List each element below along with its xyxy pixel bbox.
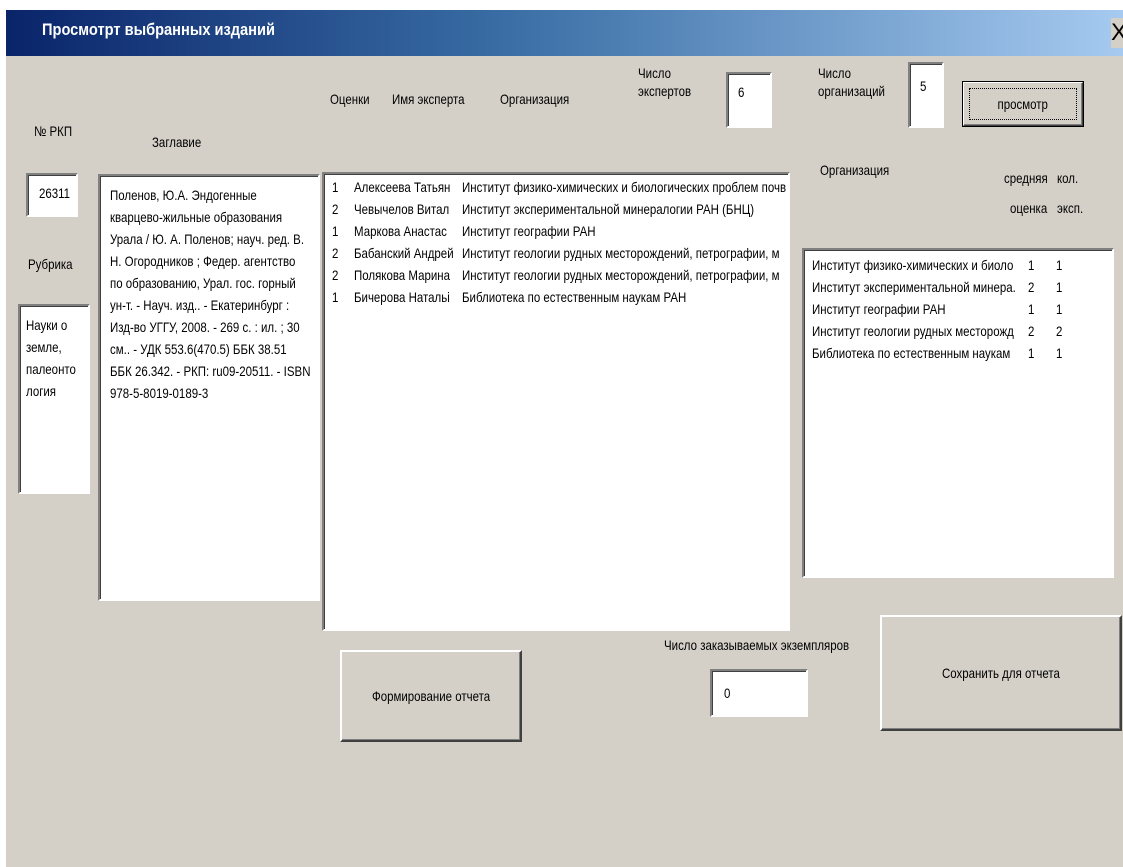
org-summary-row[interactable]: Институт физико-химических и биоло 1 1 bbox=[804, 254, 1112, 276]
experts-count-label-2: экспертов bbox=[638, 83, 692, 99]
orgs-count-label-2: организаций bbox=[818, 83, 885, 99]
expert-organization: Институт геологии рудных месторождений, … bbox=[462, 267, 780, 283]
expert-row[interactable]: 2 Полякова Марина Институт геологии рудных… bbox=[324, 264, 788, 286]
experts-list[interactable]: 1 Алексеева Татьян Институт физико-химичес… bbox=[322, 172, 790, 631]
rubric-field[interactable]: Науки о земле, палеонто логия bbox=[18, 304, 90, 494]
org-summary-row[interactable]: Институт экспериментальной минера. 2 1 bbox=[804, 276, 1112, 298]
expert-row[interactable]: 2 Чевычелов Витал Институт экспериментальн… bbox=[324, 198, 788, 220]
expert-count-header-1: кол. bbox=[1057, 170, 1079, 186]
close-button[interactable]: X bbox=[1111, 18, 1123, 48]
org-summary-column-header: Организация bbox=[820, 162, 890, 178]
rkp-number-field[interactable]: 26311 bbox=[26, 173, 78, 217]
org-summary-name: Институт геологии рудных месторожд bbox=[812, 323, 1014, 339]
title-field[interactable]: Поленов, Ю.А. Эндогенные кварцево-жильны… bbox=[98, 174, 320, 601]
copies-count-label: Число заказываемых экземпляров bbox=[664, 637, 850, 653]
avg-grade-header-1: средняя bbox=[1004, 170, 1048, 186]
expert-grade: 2 bbox=[332, 201, 339, 217]
org-summary-row[interactable]: Библиотека по естественным наукам 1 1 bbox=[804, 342, 1112, 364]
title-value: Поленов, Ю.А. Эндогенные кварцево-жильны… bbox=[110, 187, 311, 401]
save-report-button-label: Сохранить для отчета bbox=[942, 665, 1060, 681]
experts-count-label-1: Число bbox=[638, 65, 672, 81]
window-title: Просмотрт выбранных изданий bbox=[42, 20, 275, 39]
org-summary-avg-grade: 1 bbox=[1028, 257, 1035, 273]
expert-count-header-2: эксп. bbox=[1057, 200, 1084, 216]
org-summary-avg-grade: 2 bbox=[1028, 279, 1035, 295]
expert-organization: Институт геологии рудных месторождений, … bbox=[462, 245, 780, 261]
expert-row[interactable]: 2 Бабанский Андрей Институт геологии рудны… bbox=[324, 242, 788, 264]
expert-row[interactable]: 1 Бичерова Натальi Библиотека по естествен… bbox=[324, 286, 788, 308]
expert-name: Бабанский Андрей bbox=[354, 245, 454, 261]
copies-count-field[interactable]: 0 bbox=[710, 669, 808, 717]
title-bar: Просмотрт выбранных изданий X bbox=[6, 10, 1123, 56]
close-icon[interactable]: X bbox=[1111, 18, 1123, 48]
expert-row[interactable]: 1 Алексеева Татьян Институт физико-химичес… bbox=[324, 176, 788, 198]
expert-grade: 2 bbox=[332, 267, 339, 283]
rubric-value: Науки о земле, палеонто логия bbox=[26, 317, 76, 399]
expert-name: Чевычелов Витал bbox=[354, 201, 450, 217]
save-report-button[interactable]: Сохранить для отчета bbox=[880, 615, 1122, 731]
grades-column-header: Оценки bbox=[330, 91, 370, 107]
organization-column-header: Организация bbox=[500, 91, 570, 107]
rkp-number-value: 26311 bbox=[39, 185, 71, 201]
expert-name: Алексеева Татьян bbox=[354, 179, 451, 195]
expert-row[interactable]: 1 Маркова Анастас Институт географии РАН bbox=[324, 220, 788, 242]
expert-name-column-header: Имя эксперта bbox=[392, 91, 465, 107]
org-summary-row[interactable]: Институт географии РАН 1 1 bbox=[804, 298, 1112, 320]
org-summary-name: Институт географии РАН bbox=[812, 301, 946, 317]
org-summary-list[interactable]: Институт физико-химических и биоло 1 1 Инст… bbox=[802, 248, 1114, 578]
expert-organization: Институт географии РАН bbox=[462, 223, 596, 239]
org-summary-avg-grade: 2 bbox=[1028, 323, 1035, 339]
experts-count-field[interactable]: 6 bbox=[726, 72, 772, 128]
copies-count-value: 0 bbox=[724, 685, 731, 701]
dialog-window: Просмотрт выбранных изданий X № РКП Загл… bbox=[6, 10, 1123, 867]
make-report-button[interactable]: Формирование отчета bbox=[340, 650, 522, 742]
org-summary-expert-count: 1 bbox=[1056, 279, 1063, 295]
expert-organization: Институт физико-химических и биологическ… bbox=[462, 179, 787, 195]
rubric-label: Рубрика bbox=[28, 256, 73, 272]
org-summary-name: Институт экспериментальной минера. bbox=[812, 279, 1016, 295]
orgs-count-field[interactable]: 5 bbox=[908, 62, 944, 128]
org-summary-expert-count: 2 bbox=[1056, 323, 1063, 339]
org-summary-avg-grade: 1 bbox=[1028, 345, 1035, 361]
view-button[interactable]: просмотр bbox=[962, 81, 1084, 127]
expert-organization: Библиотека по естественным наукам РАН bbox=[462, 289, 687, 305]
org-summary-name: Институт физико-химических и биоло bbox=[812, 257, 1014, 273]
expert-grade: 1 bbox=[332, 223, 339, 239]
expert-organization: Институт экспериментальной минералогии Р… bbox=[462, 201, 755, 217]
rkp-number-label: № РКП bbox=[34, 123, 73, 139]
expert-grade: 2 bbox=[332, 245, 339, 261]
org-summary-expert-count: 1 bbox=[1056, 257, 1063, 273]
org-summary-expert-count: 1 bbox=[1056, 301, 1063, 317]
expert-name: Бичерова Натальi bbox=[354, 289, 450, 305]
orgs-count-label-1: Число bbox=[818, 65, 852, 81]
org-summary-row[interactable]: Институт геологии рудных месторожд 2 2 bbox=[804, 320, 1112, 342]
orgs-count-value: 5 bbox=[920, 78, 927, 94]
expert-grade: 1 bbox=[332, 179, 339, 195]
expert-name: Полякова Марина bbox=[354, 267, 450, 283]
org-summary-name: Библиотека по естественным наукам bbox=[812, 345, 1011, 361]
expert-name: Маркова Анастас bbox=[354, 223, 447, 239]
experts-count-value: 6 bbox=[738, 84, 745, 100]
org-summary-expert-count: 1 bbox=[1056, 345, 1063, 361]
title-label: Заглавие bbox=[152, 134, 202, 150]
expert-grade: 1 bbox=[332, 289, 339, 305]
avg-grade-header-2: оценка bbox=[1010, 200, 1048, 216]
view-button-label: просмотр bbox=[997, 96, 1049, 112]
make-report-button-label: Формирование отчета bbox=[371, 688, 491, 704]
org-summary-avg-grade: 1 bbox=[1028, 301, 1035, 317]
